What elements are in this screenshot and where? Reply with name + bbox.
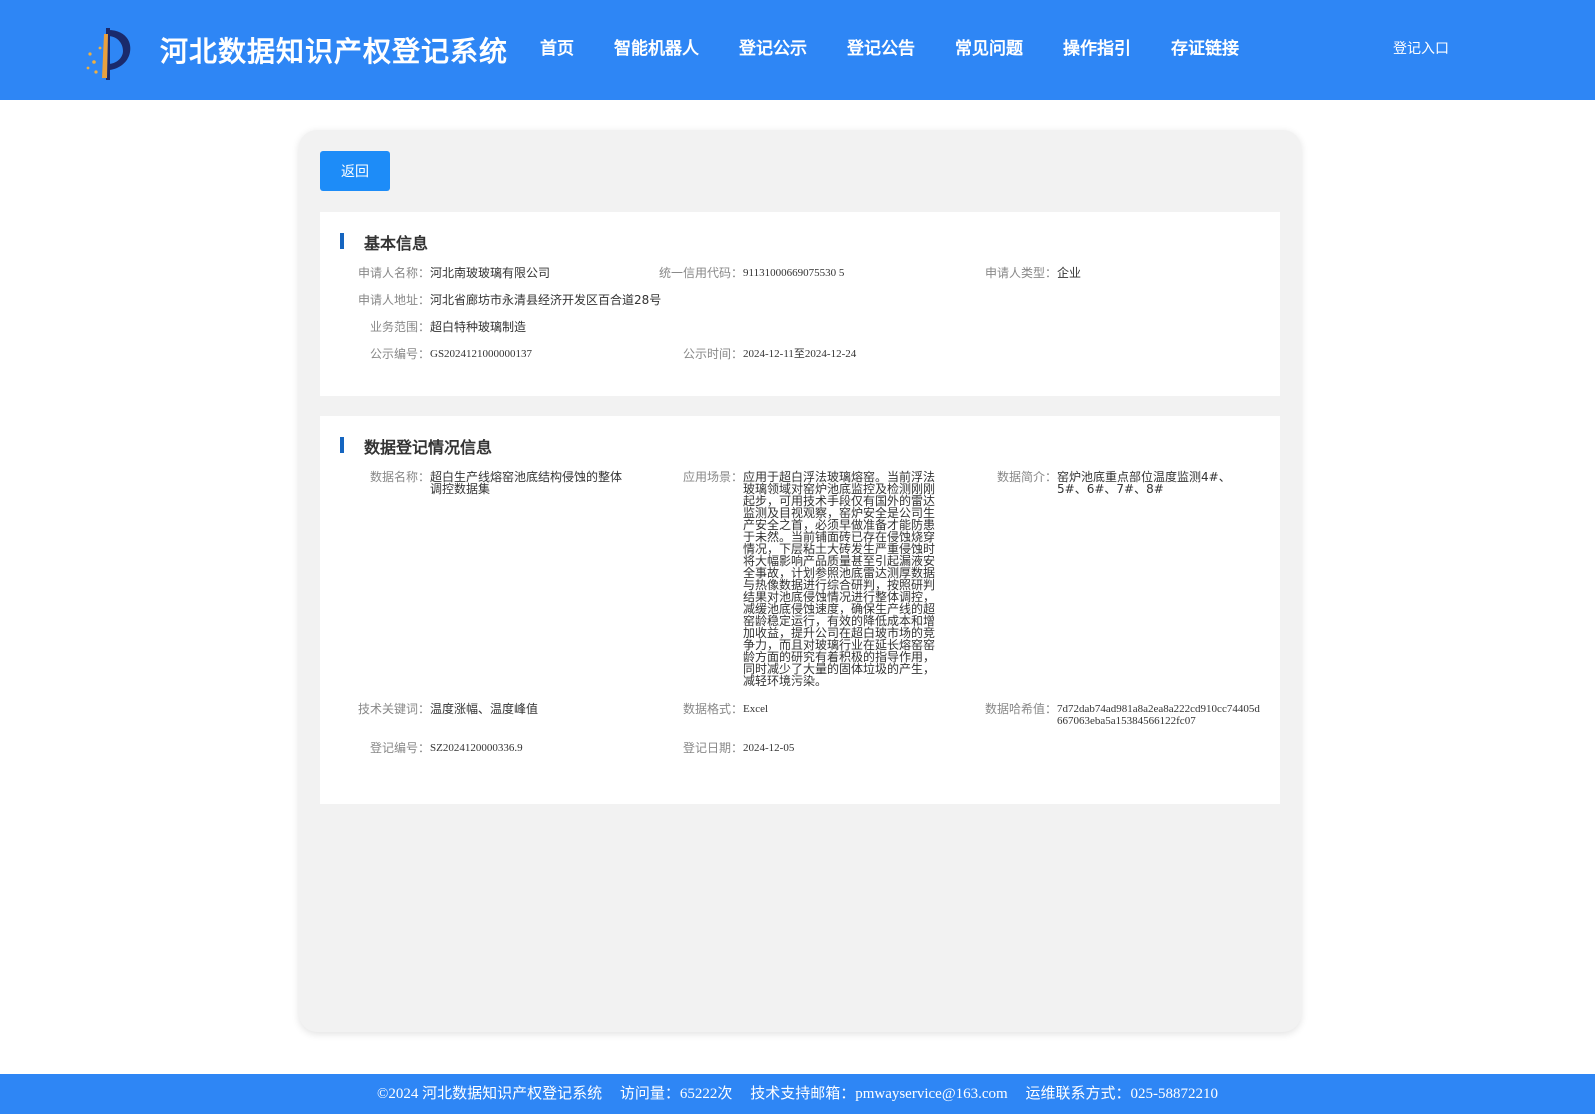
basic-info-title: 基本信息 bbox=[340, 230, 428, 254]
credit-code-value: 91131000669075530 5 bbox=[743, 267, 845, 279]
section-bar bbox=[340, 233, 344, 249]
field-label: 申请人名称： bbox=[357, 266, 430, 280]
footer: ©2024 河北数据知识产权登记系统 访问量：65222次 技术支持邮箱：pmw… bbox=[0, 1074, 1595, 1114]
nav-guide[interactable]: 操作指引 bbox=[1063, 34, 1131, 59]
field-label: 数据简介： bbox=[996, 470, 1057, 484]
notice-time-value: 2024-12-11至2024-12-24 bbox=[743, 348, 857, 360]
field-label: 数据名称： bbox=[369, 470, 430, 484]
logo-icon bbox=[86, 28, 131, 80]
applicant-type-value: 企业 bbox=[1057, 266, 1082, 280]
summary-value: 窑炉池底重点部位温度监测4#、5#、6#、7#、8# bbox=[1057, 470, 1231, 496]
top-header: 河北数据知识产权登记系统 首页 智能机器人 登记公示 登记公告 常见问题 操作指… bbox=[0, 0, 1595, 100]
footer-phone: 运维联系方式：025-58872210 bbox=[1025, 1086, 1218, 1102]
footer-visits: 访问量：65222次 bbox=[619, 1086, 733, 1102]
field-label: 登记编号： bbox=[369, 741, 430, 755]
format-value: Excel bbox=[743, 703, 769, 715]
back-button[interactable]: 返回 bbox=[320, 151, 390, 191]
nav-home[interactable]: 首页 bbox=[540, 34, 574, 59]
data-info-title-text: 数据登记情况信息 bbox=[364, 438, 493, 457]
field-label: 公示时间： bbox=[682, 347, 743, 361]
reg-date-value: 2024-12-05 bbox=[743, 742, 795, 754]
field-label: 数据哈希值： bbox=[984, 702, 1057, 716]
applicant-name-value: 河北南玻玻璃有限公司 bbox=[430, 266, 551, 280]
login-link[interactable]: 登记入口 bbox=[1393, 38, 1449, 58]
scenario-value: 应用于超白浮法玻璃熔窑。当前浮法玻璃领域对窑炉池底监控及检测刚刚起步，可用技术手… bbox=[743, 470, 936, 688]
section-bar bbox=[340, 437, 344, 453]
field-label: 申请人地址： bbox=[357, 293, 430, 307]
basic-info-title-text: 基本信息 bbox=[364, 234, 429, 253]
field-label: 应用场景： bbox=[682, 470, 743, 484]
nav-faq[interactable]: 常见问题 bbox=[955, 34, 1023, 59]
site-title: 河北数据知识产权登记系统 bbox=[160, 35, 509, 68]
field-label: 业务范围： bbox=[369, 320, 430, 334]
nav-evidence-link[interactable]: 存证链接 bbox=[1171, 34, 1239, 59]
nav-publicity[interactable]: 登记公示 bbox=[739, 34, 807, 59]
field-label: 数据格式： bbox=[682, 702, 743, 716]
data-info-panel: 数据登记情况信息 数据名称： 超白生产线熔窑池底结构侵蚀的整体调控数据集 应用场… bbox=[320, 416, 1280, 804]
field-label: 公示编号： bbox=[369, 347, 430, 361]
basic-info-panel: 基本信息 申请人名称： 河北南玻玻璃有限公司 统一信用代码： 911310006… bbox=[320, 212, 1280, 396]
nav-robot[interactable]: 智能机器人 bbox=[614, 34, 699, 59]
scope-value: 超白特种玻璃制造 bbox=[430, 320, 527, 334]
detail-card: 返回 基本信息 申请人名称： 河北南玻玻璃有限公司 统一信用代码： 911310… bbox=[299, 130, 1301, 1032]
notice-no-value: GS2024121000000137 bbox=[430, 348, 533, 360]
keywords-value: 温度涨幅、温度峰值 bbox=[430, 702, 539, 716]
data-info-title: 数据登记情况信息 bbox=[340, 434, 492, 458]
hash-value: 7d72dab74ad981a8a2ea8a222cd910cc74405d66… bbox=[1057, 703, 1260, 727]
field-label: 技术关键词： bbox=[357, 702, 430, 716]
footer-email: 技术支持邮箱：pmwayservice@163.com bbox=[750, 1086, 1008, 1102]
field-label: 统一信用代码： bbox=[658, 266, 743, 280]
field-label: 申请人类型： bbox=[984, 266, 1057, 280]
nav-announcement[interactable]: 登记公告 bbox=[847, 34, 915, 59]
footer-copyright: ©2024 河北数据知识产权登记系统 bbox=[377, 1086, 603, 1102]
main-nav: 首页 智能机器人 登记公示 登记公告 常见问题 操作指引 存证链接 bbox=[540, 34, 1279, 59]
reg-no-value: SZ2024120000336.9 bbox=[430, 742, 523, 754]
data-name-value: 超白生产线熔窑池底结构侵蚀的整体调控数据集 bbox=[430, 470, 623, 496]
field-label: 登记日期： bbox=[682, 741, 743, 755]
address-value: 河北省廊坊市永清县经济开发区百合道28号 bbox=[430, 293, 662, 307]
